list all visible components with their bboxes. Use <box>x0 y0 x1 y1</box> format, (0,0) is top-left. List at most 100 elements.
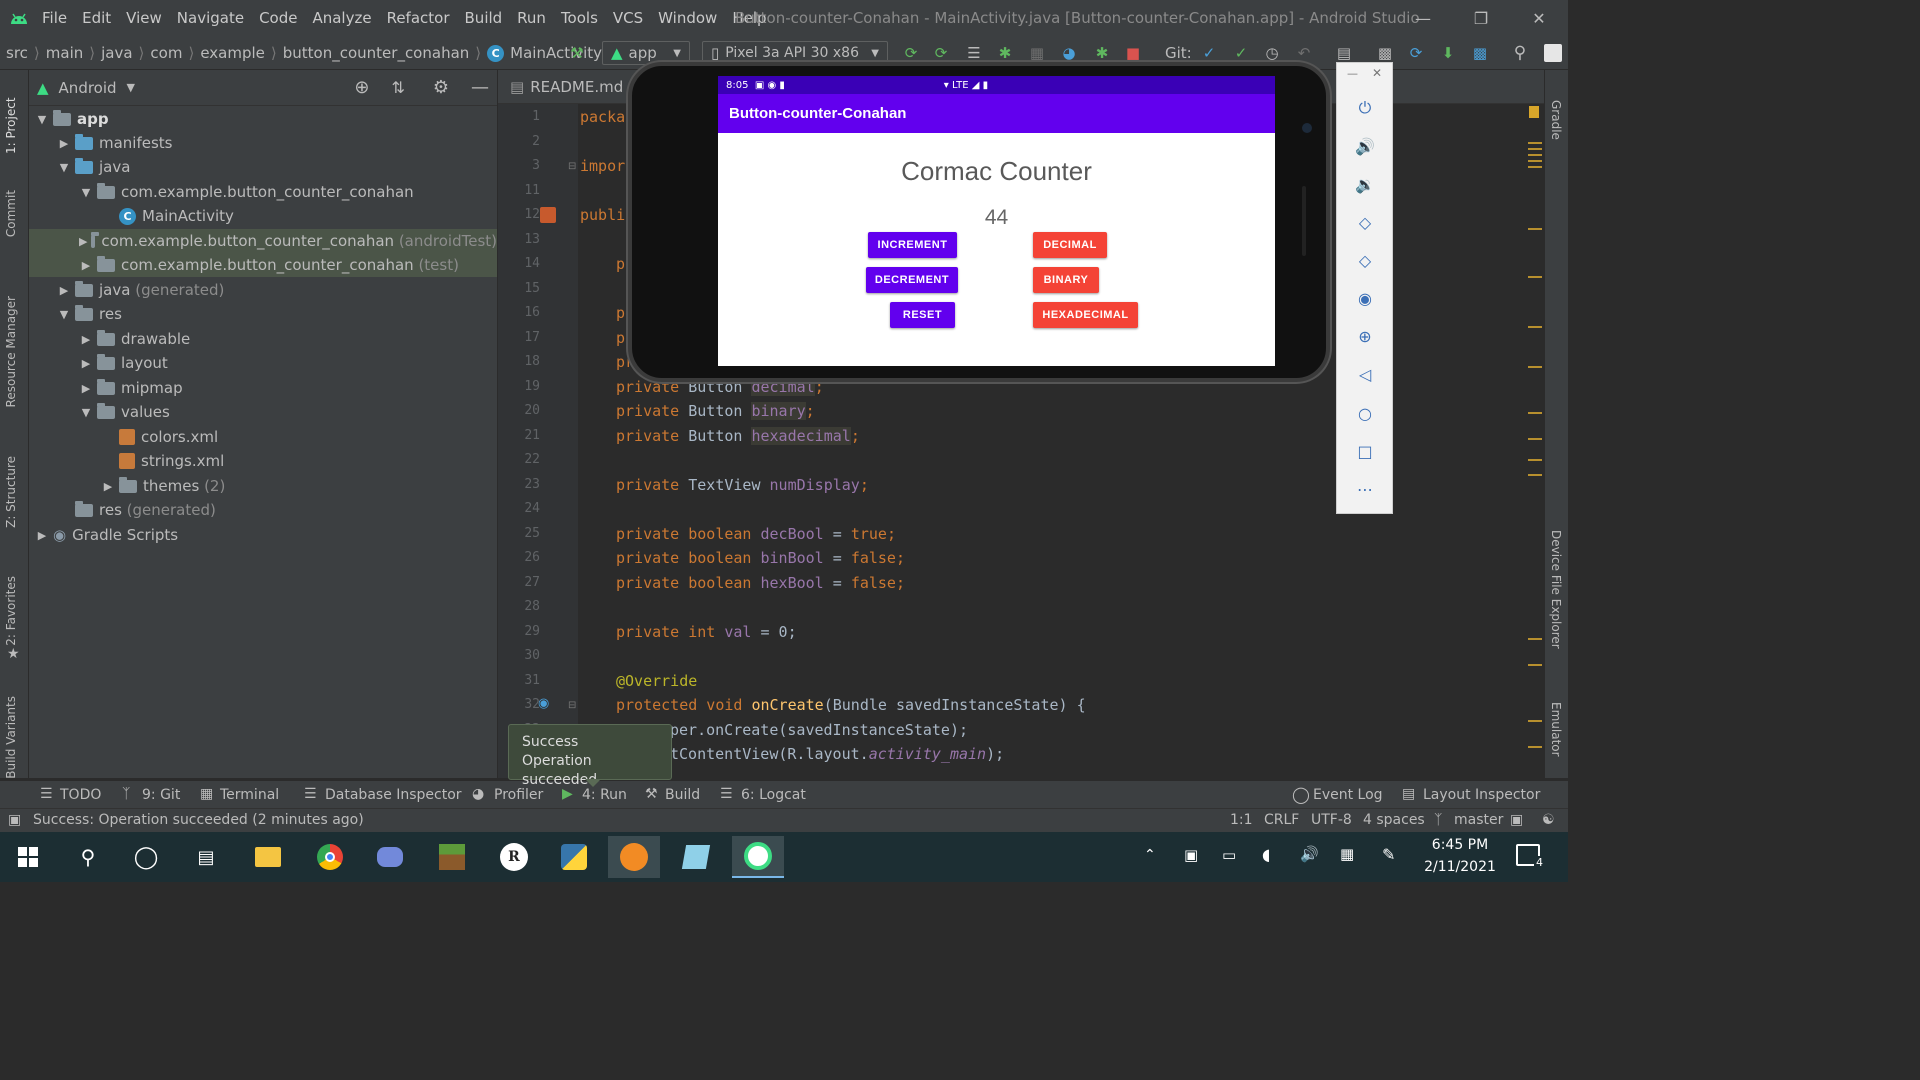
menu-refactor[interactable]: Refactor <box>387 9 450 27</box>
project-view-select[interactable]: Android <box>59 79 117 97</box>
chevron-right-icon[interactable]: ▶ <box>35 529 49 542</box>
chrome-icon[interactable] <box>304 836 356 878</box>
zoom-icon[interactable]: ⊕ <box>1352 323 1378 349</box>
fold-marker-icon[interactable]: ⊟ <box>568 700 576 711</box>
chevron-down-icon[interactable]: ▼ <box>35 113 49 126</box>
scroll-mark[interactable] <box>1528 366 1542 368</box>
screenshot-camera-icon[interactable]: ◉ <box>1352 285 1378 311</box>
tree-item-themes[interactable]: ▶ themes (2) <box>29 474 497 498</box>
breadcrumb-src[interactable]: src <box>6 44 28 62</box>
tree-item-java[interactable]: ▼ java <box>29 155 497 179</box>
meet-now-icon[interactable]: ▣ <box>1184 846 1198 864</box>
tab-todo[interactable]: TODO <box>60 787 101 803</box>
menu-view[interactable]: View <box>126 9 162 27</box>
tree-item-res[interactable]: ▼ res <box>29 302 497 326</box>
breadcrumb-package[interactable]: button_counter_conahan <box>283 44 470 62</box>
git-update-icon[interactable]: ✓ <box>1198 42 1220 64</box>
scroll-mark[interactable] <box>1528 474 1542 476</box>
battery-icon[interactable]: ▭ <box>1222 846 1236 864</box>
tab-terminal[interactable]: Terminal <box>220 787 279 803</box>
editor-error-stripe[interactable] <box>1528 104 1544 778</box>
chevron-right-icon[interactable]: ▶ <box>101 480 115 493</box>
resource-manager-icon[interactable]: ▩ <box>1469 42 1491 64</box>
tree-item-java-generated[interactable]: ▶ java (generated) <box>29 278 497 302</box>
chevron-right-icon[interactable]: ▶ <box>79 259 93 272</box>
chevron-up-icon[interactable]: ⌃ <box>1144 847 1156 863</box>
chevron-down-icon[interactable]: ▼ <box>79 406 93 419</box>
history-icon[interactable]: ◷ <box>1261 42 1283 64</box>
sdk-manager-icon[interactable]: ⬇ <box>1437 42 1459 64</box>
cortana-icon[interactable]: ◯ <box>120 836 172 878</box>
tab-build-variants[interactable]: Build Variants <box>4 696 18 779</box>
tab-gradle[interactable]: Gradle <box>1549 100 1563 140</box>
emulator-screen[interactable]: 8:05 ▣ ◉ ▮ ▾ LTE ◢ ▮ Button-counter-Cona… <box>718 76 1275 366</box>
indent-setting[interactable]: 4 spaces <box>1363 812 1425 828</box>
rollback-icon[interactable]: ↶ <box>1293 42 1315 64</box>
caret-position[interactable]: 1:1 <box>1230 812 1253 828</box>
tab-emulator[interactable]: Emulator <box>1549 702 1563 757</box>
security-icon[interactable]: ▦ <box>1340 845 1354 863</box>
overview-icon[interactable]: □ <box>1352 438 1378 464</box>
fold-marker-icon[interactable]: ⊟ <box>568 161 576 172</box>
menu-window[interactable]: Window <box>658 9 717 27</box>
chevron-right-icon[interactable]: ▶ <box>79 357 93 370</box>
stop-icon[interactable]: ■ <box>1122 42 1144 64</box>
scroll-mark[interactable] <box>1528 154 1542 156</box>
menu-file[interactable]: File <box>42 9 67 27</box>
scroll-mark[interactable] <box>1528 160 1542 162</box>
r-studio-icon[interactable]: R <box>488 836 540 878</box>
minimize-icon[interactable]: — <box>1394 9 1452 28</box>
tab-favorites[interactable]: 2: Favorites <box>4 576 18 646</box>
close-icon[interactable]: ✕ <box>1510 9 1568 28</box>
file-explorer-icon[interactable] <box>242 836 294 878</box>
menu-analyze[interactable]: Analyze <box>312 9 371 27</box>
tree-item-mipmap[interactable]: ▶ mipmap <box>29 376 497 400</box>
tree-item-package-androidtest[interactable]: ▶ com.example.button_counter_conahan (and… <box>29 229 497 253</box>
android-studio-taskbar-icon[interactable] <box>732 836 784 878</box>
chevron-down-icon[interactable]: ▼ <box>57 161 71 174</box>
line-separator[interactable]: CRLF <box>1264 812 1299 828</box>
locate-file-icon[interactable]: ⊕ <box>354 77 369 98</box>
scroll-mark[interactable] <box>1528 276 1542 278</box>
discord-icon[interactable] <box>364 836 416 878</box>
make-project-hammer-icon[interactable]: ⚒ <box>566 42 588 64</box>
chevron-down-icon[interactable]: ▼ <box>79 186 93 199</box>
tab-database-inspector[interactable]: Database Inspector <box>325 787 462 803</box>
status-toggle-icon[interactable]: ▣ <box>8 812 21 828</box>
attach-debugger-icon[interactable]: ▦ <box>1026 42 1048 64</box>
power-icon[interactable]: ⏻ <box>1352 95 1378 121</box>
tab-commit[interactable]: Commit <box>4 190 18 237</box>
hide-panel-icon[interactable]: — <box>471 77 489 98</box>
sync-gradle-icon[interactable]: ⟳ <box>1405 42 1427 64</box>
close-icon[interactable]: ✕ <box>1372 66 1382 80</box>
chevron-down-icon[interactable]: ▼ <box>127 81 135 94</box>
chevron-right-icon[interactable]: ▶ <box>79 235 87 248</box>
restore-icon[interactable]: ❐ <box>1452 9 1510 28</box>
tab-structure[interactable]: Z: Structure <box>4 456 18 528</box>
pen-icon[interactable]: ✎ <box>1382 845 1395 864</box>
scroll-mark[interactable] <box>1528 438 1542 440</box>
breadcrumb-example[interactable]: example <box>200 44 265 62</box>
tab-readme[interactable]: ▤ README.md <box>510 70 623 104</box>
home-icon[interactable]: ○ <box>1352 400 1378 426</box>
app-icon[interactable] <box>608 836 660 878</box>
volume-up-icon[interactable]: 🔊 <box>1352 133 1378 159</box>
wifi-icon[interactable]: ◖ <box>1262 845 1270 864</box>
run-with-coverage-icon[interactable]: ☰ <box>963 42 985 64</box>
tab-project[interactable]: 1: Project <box>4 84 18 154</box>
tab-resource-manager[interactable]: Resource Manager <box>4 296 18 407</box>
python-icon[interactable] <box>548 836 600 878</box>
volume-down-icon[interactable]: 🔉 <box>1352 171 1378 197</box>
tree-item-layout[interactable]: ▶ layout <box>29 351 497 375</box>
chevron-right-icon[interactable]: ▶ <box>57 137 71 150</box>
memory-indicator-icon[interactable]: ☯ <box>1542 812 1555 828</box>
tree-item-drawable[interactable]: ▶ drawable <box>29 327 497 351</box>
tree-item-manifests[interactable]: ▶ manifests <box>29 131 497 155</box>
notepad-icon[interactable] <box>670 836 722 878</box>
scroll-mark[interactable] <box>1528 148 1542 150</box>
minimize-icon[interactable]: — <box>1347 67 1358 80</box>
tab-device-file-explorer[interactable]: Device File Explorer <box>1549 530 1563 649</box>
chevron-right-icon[interactable]: ▶ <box>79 333 93 346</box>
binary-button[interactable]: BINARY <box>1033 267 1099 293</box>
menu-tools[interactable]: Tools <box>561 9 598 27</box>
